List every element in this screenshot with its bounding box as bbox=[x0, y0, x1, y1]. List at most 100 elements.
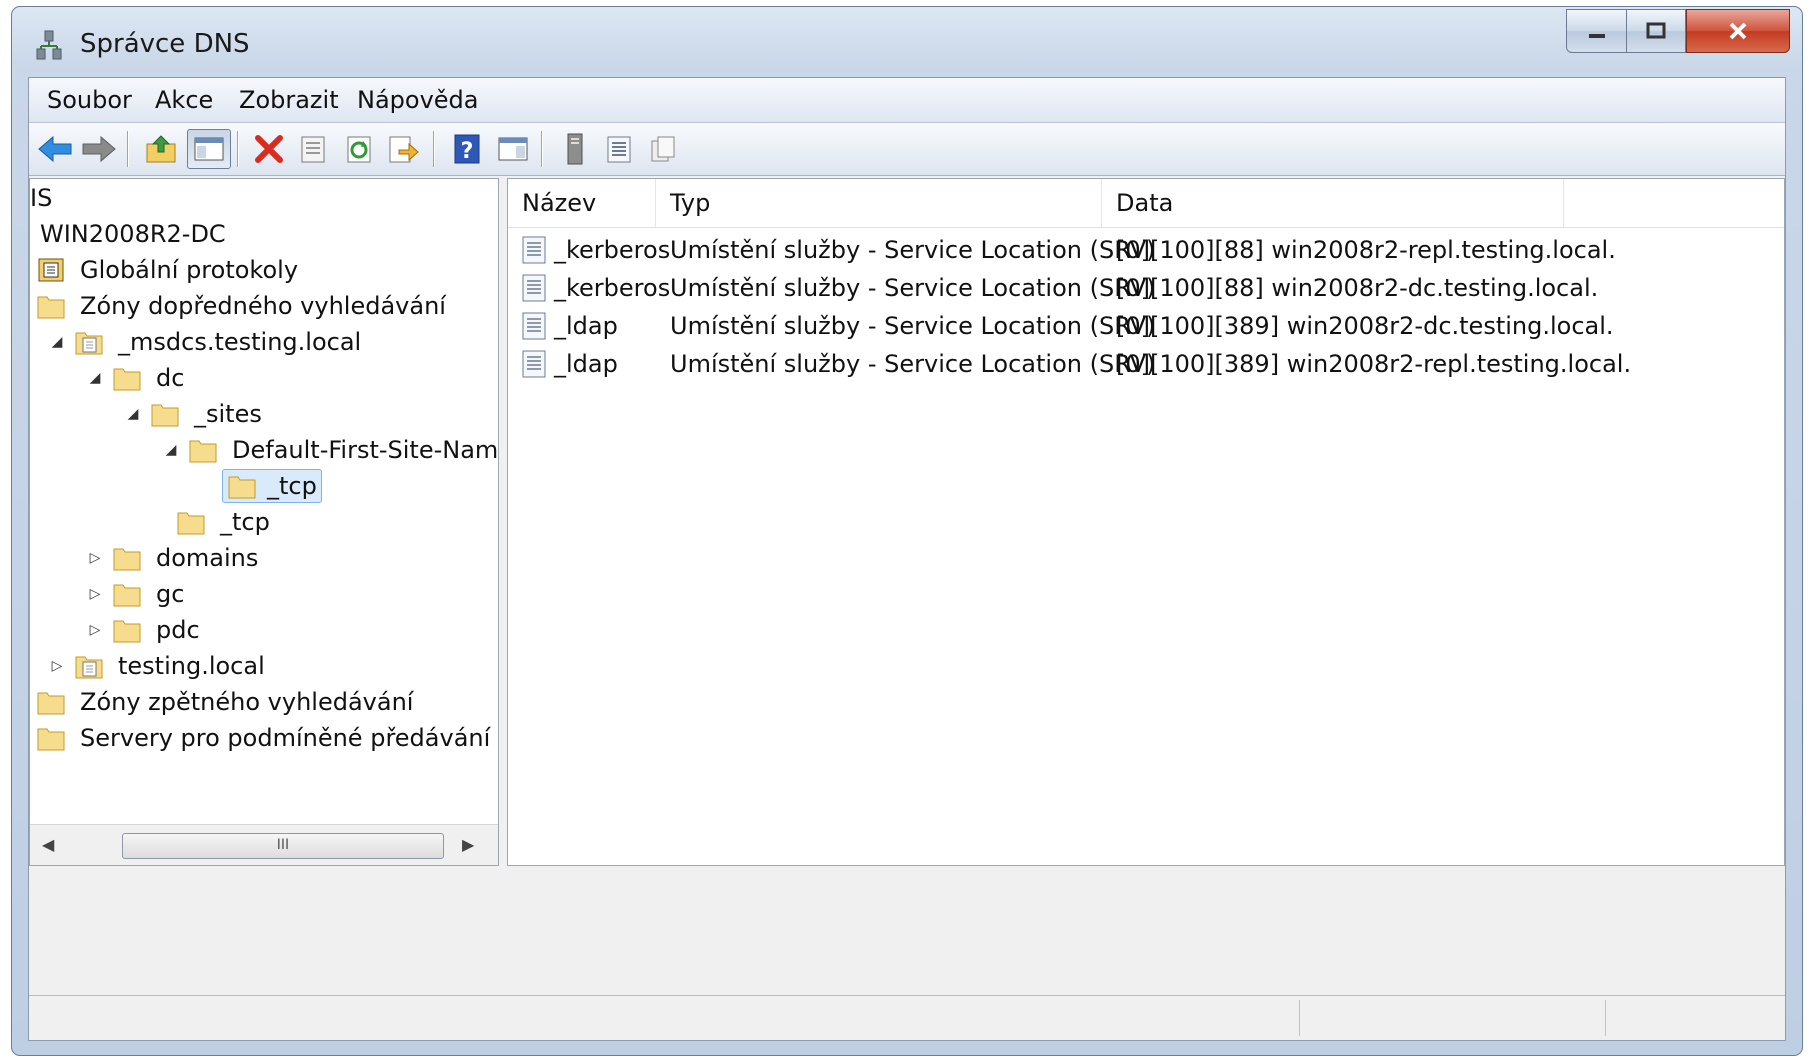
show-hide-action-pane-icon bbox=[498, 137, 528, 161]
tree-item-label: IS bbox=[30, 184, 53, 212]
tree-item-conditional-forwarders[interactable]: Servery pro podmíněné předávání bbox=[36, 721, 494, 755]
show-hide-tree-button[interactable] bbox=[187, 129, 231, 169]
tree-item-dc[interactable]: ◢ dc bbox=[86, 361, 188, 395]
column-header-name[interactable]: Název bbox=[508, 179, 656, 227]
dns-record-icon bbox=[522, 274, 546, 302]
copy-button[interactable] bbox=[643, 129, 683, 169]
tree-item-default-site[interactable]: ◢ Default-First-Site-Name bbox=[162, 433, 498, 467]
tree-item-label: pdc bbox=[156, 616, 200, 644]
expand-arrow-icon[interactable]: ▷ bbox=[48, 657, 66, 675]
maximize-button[interactable] bbox=[1626, 9, 1686, 53]
tree-item-testing-local[interactable]: ▷ testing.local bbox=[48, 649, 269, 683]
tree-item-global-logs[interactable]: Globální protokoly bbox=[36, 253, 302, 287]
toolbar-separator bbox=[433, 131, 435, 167]
tree-item-gc[interactable]: ▷ gc bbox=[86, 577, 188, 611]
show-hide-action-pane-button[interactable] bbox=[493, 129, 533, 169]
toolbar: ? bbox=[29, 123, 1785, 176]
horizontal-scrollbar[interactable]: ◀ III ▶ bbox=[30, 824, 498, 865]
tree-item-root[interactable]: IS bbox=[30, 181, 56, 215]
properties-icon bbox=[301, 136, 325, 163]
minimize-icon bbox=[1588, 34, 1605, 38]
folder-icon bbox=[189, 440, 217, 463]
close-button[interactable] bbox=[1686, 9, 1790, 53]
toolbar-separator bbox=[237, 131, 239, 167]
help-button[interactable]: ? bbox=[447, 129, 487, 169]
list-row[interactable]: _ldap Umístění služby - Service Location… bbox=[508, 346, 1784, 382]
collapse-arrow-icon[interactable]: ◢ bbox=[124, 405, 142, 423]
forward-button[interactable] bbox=[79, 129, 119, 169]
delete-icon bbox=[255, 135, 283, 163]
expand-arrow-icon[interactable]: ▷ bbox=[86, 621, 104, 639]
menu-akce[interactable]: Akce bbox=[155, 86, 213, 114]
scroll-right-icon[interactable]: ▶ bbox=[462, 835, 474, 854]
record-name: _kerberos bbox=[554, 236, 671, 264]
record-data: [0][100][389] win2008r2-repl.testing.loc… bbox=[1116, 350, 1632, 378]
collapse-arrow-icon[interactable]: ◢ bbox=[86, 369, 104, 387]
tree-item-reverse-zones[interactable]: Zóny zpětného vyhledávání bbox=[36, 685, 417, 719]
close-icon bbox=[1729, 22, 1747, 40]
tree-item-label: WIN2008R2-DC bbox=[40, 220, 226, 248]
refresh-icon bbox=[347, 136, 371, 163]
minimize-button[interactable] bbox=[1566, 9, 1626, 53]
console-tree: IS WIN2008R2-DC Globální protokoly Zóny … bbox=[29, 178, 499, 866]
back-button[interactable] bbox=[35, 129, 75, 169]
selection-highlight: _tcp bbox=[222, 469, 322, 503]
scroll-thumb[interactable]: III bbox=[122, 833, 444, 859]
folder-icon bbox=[113, 584, 141, 607]
folder-icon bbox=[37, 692, 65, 715]
list-row[interactable]: _kerberos Umístění služby - Service Loca… bbox=[508, 232, 1784, 268]
list-row[interactable]: _ldap Umístění služby - Service Location… bbox=[508, 308, 1784, 344]
server-icon bbox=[567, 133, 583, 165]
tree-item-site-tcp[interactable]: _tcp bbox=[222, 469, 322, 503]
scroll-left-icon[interactable]: ◀ bbox=[42, 835, 54, 854]
tree-item-pdc[interactable]: ▷ pdc bbox=[86, 613, 204, 647]
menu-soubor[interactable]: Soubor bbox=[47, 86, 132, 114]
tree-item-label: _sites bbox=[194, 400, 262, 428]
tree-item-domains[interactable]: ▷ domains bbox=[86, 541, 262, 575]
status-separator bbox=[1605, 1000, 1606, 1036]
tree-item-label: _tcp bbox=[220, 508, 270, 536]
tree-item-forward-zones[interactable]: Zóny dopředného vyhledávání bbox=[36, 289, 450, 323]
dns-server-icon bbox=[36, 30, 62, 60]
record-data: [0][100][88] win2008r2-dc.testing.local. bbox=[1116, 274, 1599, 302]
tree-item-server[interactable]: WIN2008R2-DC bbox=[36, 217, 230, 251]
server-button[interactable] bbox=[555, 129, 595, 169]
tree-item-dc-tcp[interactable]: _tcp bbox=[176, 505, 274, 539]
toolbar-separator bbox=[541, 131, 543, 167]
up-one-level-button[interactable] bbox=[141, 129, 181, 169]
tree-item-label: domains bbox=[156, 544, 259, 572]
tree-item-label: dc bbox=[156, 364, 185, 392]
column-header-data[interactable]: Data bbox=[1102, 179, 1564, 227]
show-hide-tree-icon bbox=[194, 137, 224, 161]
copy-icon bbox=[651, 136, 675, 162]
help-icon: ? bbox=[454, 134, 480, 164]
menu-zobrazit[interactable]: Zobrazit bbox=[239, 86, 339, 114]
record-name: _ldap bbox=[554, 312, 618, 340]
export-list-button[interactable] bbox=[383, 129, 423, 169]
results-pane: Název Typ Data _kerberos Umístění služby… bbox=[507, 178, 1785, 866]
dns-manager-window: Správce DNS Soubor Akce Zobrazit Nápověd… bbox=[11, 6, 1803, 1056]
expand-arrow-icon[interactable]: ▷ bbox=[86, 585, 104, 603]
folder-icon bbox=[151, 404, 179, 427]
tree-item-label: Zóny zpětného vyhledávání bbox=[80, 688, 414, 716]
collapse-arrow-icon[interactable]: ◢ bbox=[48, 333, 66, 351]
tree-item-sites[interactable]: ◢ _sites bbox=[124, 397, 266, 431]
maximize-icon bbox=[1646, 22, 1666, 39]
toolbar-separator bbox=[127, 131, 129, 167]
record-type: Umístění služby - Service Location (SRV) bbox=[670, 274, 1156, 302]
menu-napoveda[interactable]: Nápověda bbox=[357, 86, 479, 114]
forward-icon bbox=[82, 135, 116, 163]
list-view-button[interactable] bbox=[599, 129, 639, 169]
list-row[interactable]: _kerberos Umístění služby - Service Loca… bbox=[508, 270, 1784, 306]
tree-item-label: Zóny dopředného vyhledávání bbox=[80, 292, 446, 320]
title-bar[interactable]: Správce DNS bbox=[12, 7, 1802, 77]
properties-button[interactable] bbox=[293, 129, 333, 169]
refresh-button[interactable] bbox=[339, 129, 379, 169]
collapse-arrow-icon[interactable]: ◢ bbox=[162, 441, 180, 459]
delete-button[interactable] bbox=[249, 129, 289, 169]
folder-icon bbox=[113, 368, 141, 391]
column-header-type[interactable]: Typ bbox=[656, 179, 1102, 227]
window-title: Správce DNS bbox=[80, 29, 250, 59]
tree-item-msdcs[interactable]: ◢ _msdcs.testing.local bbox=[48, 325, 365, 359]
expand-arrow-icon[interactable]: ▷ bbox=[86, 549, 104, 567]
